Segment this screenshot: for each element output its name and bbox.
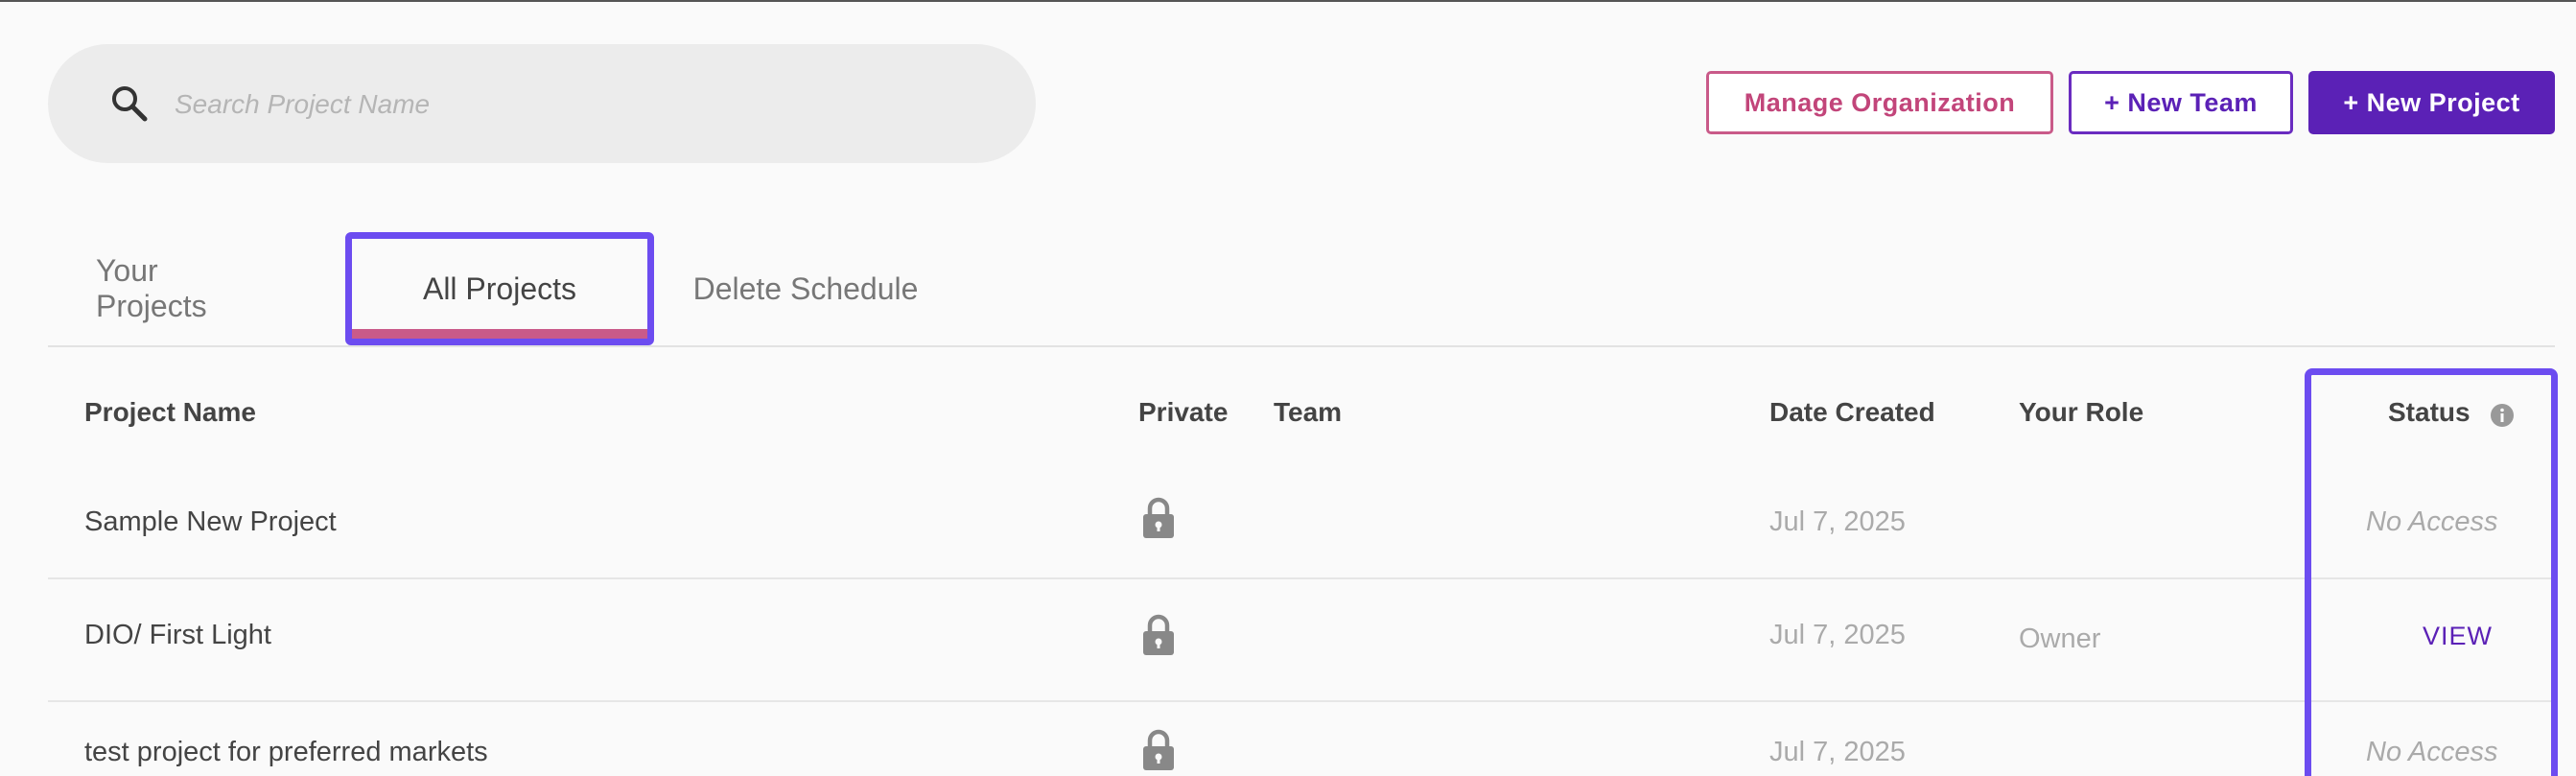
tab-label: Your Projects	[96, 253, 207, 323]
info-icon[interactable]	[2490, 403, 2515, 428]
table-row[interactable]: Sample New Project Jul 7, 2025 No Access	[48, 462, 2555, 579]
column-header-your-role[interactable]: Your Role	[2019, 397, 2143, 428]
lock-icon	[1143, 729, 1174, 770]
date-created: Jul 7, 2025	[1769, 737, 1906, 767]
tab-delete-schedule[interactable]: Delete Schedule	[672, 232, 939, 345]
lock-icon	[1143, 614, 1174, 655]
search-input[interactable]	[173, 73, 992, 136]
search-bar[interactable]	[48, 44, 1036, 163]
column-header-team[interactable]: Team	[1274, 397, 1342, 428]
tab-all-projects[interactable]: All Projects	[345, 232, 654, 345]
table-row[interactable]: test project for preferred markets Jul 7…	[48, 702, 2555, 776]
search-icon	[112, 86, 148, 122]
new-project-button[interactable]: + New Project	[2308, 71, 2555, 134]
date-created: Jul 7, 2025	[1769, 620, 1906, 650]
project-tabs: Your Projects All Projects Delete Schedu…	[48, 232, 2555, 347]
lock-icon	[1143, 497, 1174, 538]
tab-label: All Projects	[422, 270, 577, 306]
your-role: Owner	[2019, 623, 2101, 654]
project-name[interactable]: Sample New Project	[84, 506, 337, 538]
view-link[interactable]: VIEW	[2423, 622, 2493, 651]
status-no-access: No Access	[2366, 506, 2498, 537]
project-name[interactable]: DIO/ First Light	[84, 620, 271, 651]
column-header-status[interactable]: Status	[2388, 397, 2471, 428]
tab-your-projects[interactable]: Your Projects	[96, 232, 251, 345]
date-created: Jul 7, 2025	[1769, 506, 1906, 537]
active-tab-indicator	[352, 329, 647, 339]
status-no-access: No Access	[2366, 737, 2498, 767]
column-header-project-name[interactable]: Project Name	[84, 397, 256, 428]
manage-organization-button[interactable]: Manage Organization	[1706, 71, 2053, 134]
column-header-date-created[interactable]: Date Created	[1769, 397, 1935, 428]
column-header-private[interactable]: Private	[1138, 397, 1228, 428]
project-name[interactable]: test project for preferred markets	[84, 737, 488, 768]
new-team-button[interactable]: + New Team	[2069, 71, 2293, 134]
table-row[interactable]: DIO/ First Light Jul 7, 2025 Owner VIEW	[48, 579, 2555, 702]
tab-label: Delete Schedule	[692, 270, 919, 306]
